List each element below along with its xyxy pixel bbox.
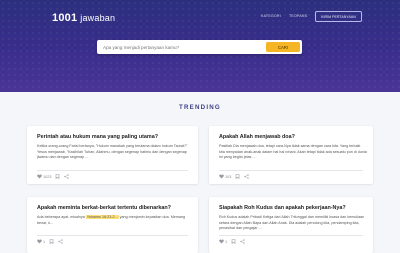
card-title[interactable]: Apakah Allah menjawab doa? — [219, 134, 295, 140]
card-divider — [219, 235, 363, 236]
card-meta: 1 — [37, 239, 63, 244]
card-divider — [219, 170, 363, 171]
heart-icon — [37, 174, 42, 179]
card-meta: 103 — [219, 174, 249, 179]
question-card[interactable]: Siapakah Roh Kudus dan apakah pekerjaan-… — [209, 197, 373, 253]
card-meta: 1023 — [37, 174, 70, 179]
card-excerpt: Roh Kudus adalah Pribadi Ketiga dari All… — [219, 215, 367, 232]
question-card[interactable]: Apakah Allah menjawab doa? Pastilah Dia … — [209, 126, 373, 184]
share-icon[interactable] — [58, 239, 63, 244]
views-count: 1 — [43, 239, 46, 244]
card-title[interactable]: Siapakah Roh Kudus dan apakah pekerjaan-… — [219, 205, 346, 211]
bookmark-icon[interactable] — [231, 239, 236, 244]
card-title[interactable]: Perintah atau hukum mana yang paling uta… — [37, 134, 158, 140]
views-count: 103 — [225, 174, 232, 179]
search-bar: CARI — [97, 40, 302, 54]
question-card[interactable]: Perintah atau hukum mana yang paling uta… — [27, 126, 198, 184]
card-views: 1 — [219, 239, 227, 244]
bookmark-icon[interactable] — [55, 174, 60, 179]
ask-question-button[interactable]: KIRIM PERTANYAAN — [315, 11, 362, 22]
card-excerpt: Ada beberapa ayat, misalnya Yohanes 16:2… — [37, 215, 192, 226]
share-icon[interactable] — [240, 239, 245, 244]
card-views: 1 — [37, 239, 45, 244]
card-title[interactable]: Apakah meminta berkat-berkat tertentu di… — [37, 205, 171, 211]
logo-number: 1001 — [52, 12, 78, 24]
search-input[interactable] — [97, 44, 266, 50]
card-divider — [37, 235, 188, 236]
nav-teopans[interactable]: TEOPANS — [289, 14, 307, 18]
excerpt-text: Roh Kudus adalah Pribadi Ketiga dari All… — [219, 215, 365, 231]
heart-icon — [37, 239, 42, 244]
question-card[interactable]: Apakah meminta berkat-berkat tertentu di… — [27, 197, 198, 253]
share-icon[interactable] — [64, 174, 70, 179]
bookmark-icon[interactable] — [235, 174, 240, 179]
logo-name: jawaban — [80, 13, 116, 23]
card-divider — [37, 170, 188, 171]
excerpt-text: Pastilah Dia menjawab doa, tetapi cara-N… — [219, 144, 367, 160]
heart-icon — [219, 174, 224, 179]
nav-kategori[interactable]: KATEGORI — [261, 14, 281, 18]
card-views: 1023 — [37, 174, 51, 179]
search-button[interactable]: CARI — [266, 42, 300, 52]
heart-icon — [219, 239, 224, 244]
bible-reference-link[interactable]: Yohanes 16:23-2... — [85, 215, 119, 219]
views-count: 1 — [225, 239, 228, 244]
card-meta: 1 — [219, 239, 245, 244]
card-excerpt: Ketika orang-orang Farisi bertanya, "Huk… — [37, 144, 192, 161]
hero-header: 1001 jawaban KATEGORI TEOPANS KIRIM PERT… — [0, 0, 400, 92]
card-excerpt: Pastilah Dia menjawab doa, tetapi cara-N… — [219, 144, 367, 161]
share-icon[interactable] — [244, 174, 249, 179]
section-title: TRENDING — [179, 104, 221, 111]
bookmark-icon[interactable] — [49, 239, 54, 244]
site-logo[interactable]: 1001 jawaban — [52, 12, 115, 24]
excerpt-text: Ada beberapa ayat, misalnya — [37, 215, 86, 219]
excerpt-text: Ketika orang-orang Farisi bertanya, "Huk… — [37, 144, 188, 160]
card-views: 103 — [219, 174, 231, 179]
views-count: 1023 — [43, 174, 52, 179]
